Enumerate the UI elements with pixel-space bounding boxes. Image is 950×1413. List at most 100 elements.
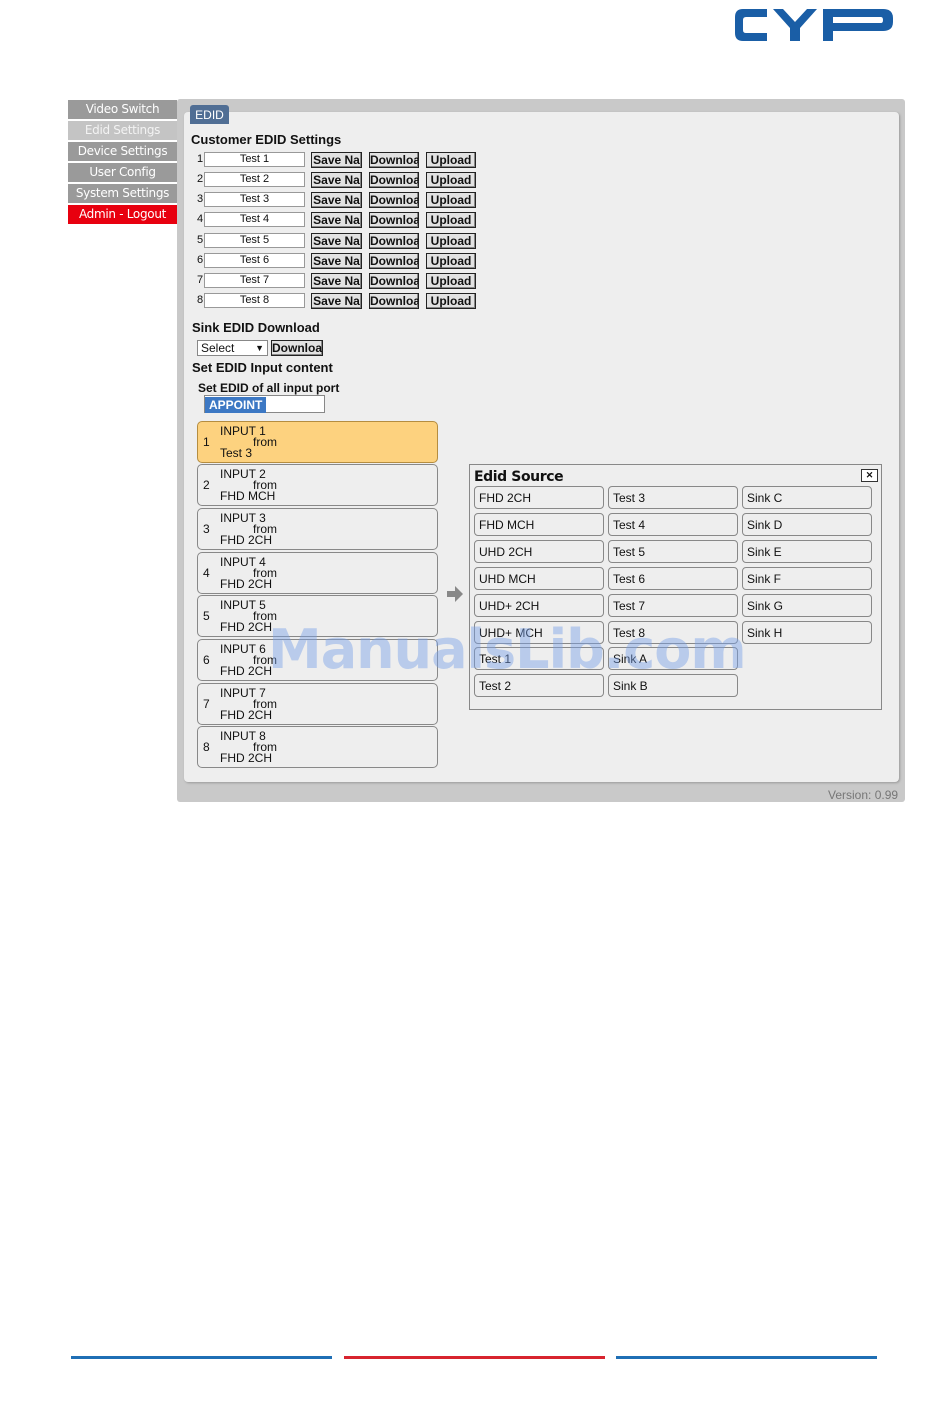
edid-source-option[interactable]: Sink H xyxy=(742,621,872,644)
upload-button[interactable]: Upload xyxy=(426,192,476,208)
edid-source-option[interactable]: UHD+ 2CH xyxy=(474,594,604,617)
edid-source-option[interactable]: Sink F xyxy=(742,567,872,590)
nav-system-settings[interactable]: System Settings xyxy=(68,184,177,203)
input-2-box[interactable]: 2 INPUT 2 from FHD MCH xyxy=(197,464,438,506)
set-all-label: Set EDID of all input port xyxy=(198,381,340,395)
download-button[interactable]: Downloa xyxy=(369,273,419,289)
nav-edid-settings[interactable]: Edid Settings xyxy=(68,121,177,140)
input-number: 2 xyxy=(203,478,210,492)
edid-source-option[interactable]: UHD 2CH xyxy=(474,540,604,563)
save-name-button[interactable]: Save Na xyxy=(311,192,362,208)
nav-admin-logout[interactable]: Admin - Logout xyxy=(68,205,177,224)
appoint-field[interactable]: APPOINT xyxy=(204,395,325,413)
save-name-button[interactable]: Save Na xyxy=(311,253,362,269)
input-source-value: FHD 2CH xyxy=(220,664,273,678)
edid-name-input[interactable]: Test 4 xyxy=(204,212,305,227)
input-3-box[interactable]: 3 INPUT 3 from FHD 2CH xyxy=(197,508,438,550)
row-number: 2 xyxy=(197,173,204,185)
footer-line-blue-2 xyxy=(616,1356,877,1359)
edid-name-input[interactable]: Test 1 xyxy=(204,152,305,167)
edid-source-option[interactable]: Sink G xyxy=(742,594,872,617)
row-number: 6 xyxy=(197,254,204,266)
edid-name-input[interactable]: Test 2 xyxy=(204,172,305,187)
row-number: 7 xyxy=(197,274,204,286)
sink-select[interactable]: Select ▼ xyxy=(197,340,268,356)
upload-button[interactable]: Upload xyxy=(426,273,476,289)
row-number: 1 xyxy=(197,153,204,165)
row-number: 5 xyxy=(197,234,204,246)
nav-device-settings[interactable]: Device Settings xyxy=(68,142,177,161)
save-name-button[interactable]: Save Na xyxy=(311,152,362,168)
input-source-value: FHD 2CH xyxy=(220,533,273,547)
set-edid-title: Set EDID Input content xyxy=(192,360,333,375)
save-name-button[interactable]: Save Na xyxy=(311,172,362,188)
edid-source-option[interactable]: FHD 2CH xyxy=(474,486,604,509)
input-number: 1 xyxy=(203,435,210,449)
upload-button[interactable]: Upload xyxy=(426,253,476,269)
input-number: 6 xyxy=(203,653,210,667)
input-source-value: FHD 2CH xyxy=(220,708,273,722)
tab-edid[interactable]: EDID xyxy=(190,105,229,124)
save-name-button[interactable]: Save Na xyxy=(311,233,362,249)
edid-source-option[interactable]: Test 5 xyxy=(608,540,738,563)
edid-source-option[interactable]: Sink D xyxy=(742,513,872,536)
edid-source-option[interactable]: Sink C xyxy=(742,486,872,509)
download-button[interactable]: Downloa xyxy=(369,293,419,309)
save-name-button[interactable]: Save Na xyxy=(311,273,362,289)
sink-edid-title: Sink EDID Download xyxy=(192,320,320,335)
row-number: 3 xyxy=(197,193,204,205)
upload-button[interactable]: Upload xyxy=(426,233,476,249)
nav-user-config[interactable]: User Config xyxy=(68,163,177,182)
edid-source-option[interactable]: Test 3 xyxy=(608,486,738,509)
input-8-box[interactable]: 8 INPUT 8 from FHD 2CH xyxy=(197,726,438,768)
edid-source-option[interactable]: Test 7 xyxy=(608,594,738,617)
footer-line-red xyxy=(344,1356,605,1359)
input-4-box[interactable]: 4 INPUT 4 from FHD 2CH xyxy=(197,552,438,594)
edid-name-input[interactable]: Test 3 xyxy=(204,192,305,207)
input-7-box[interactable]: 7 INPUT 7 from FHD 2CH xyxy=(197,683,438,725)
input-source-value: FHD 2CH xyxy=(220,577,273,591)
edid-source-title: Edid Source xyxy=(474,469,564,485)
edid-source-option[interactable]: Test 6 xyxy=(608,567,738,590)
download-button[interactable]: Downloa xyxy=(369,152,419,168)
row-number: 4 xyxy=(197,213,204,225)
save-name-button[interactable]: Save Na xyxy=(311,212,362,228)
input-number: 7 xyxy=(203,697,210,711)
input-1-box[interactable]: 1 INPUT 1 from Test 3 xyxy=(197,421,438,463)
edid-name-input[interactable]: Test 6 xyxy=(204,253,305,268)
input-source-value: FHD 2CH xyxy=(220,751,273,765)
row-number: 8 xyxy=(197,294,204,306)
edid-name-input[interactable]: Test 5 xyxy=(204,233,305,248)
edid-source-option[interactable]: FHD MCH xyxy=(474,513,604,536)
edid-source-option[interactable]: Test 4 xyxy=(608,513,738,536)
input-number: 5 xyxy=(203,609,210,623)
upload-button[interactable]: Upload xyxy=(426,172,476,188)
sink-select-value: Select xyxy=(201,341,235,355)
arrow-right-icon xyxy=(447,586,463,602)
edid-name-input[interactable]: Test 7 xyxy=(204,273,305,288)
download-button[interactable]: Downloa xyxy=(369,233,419,249)
input-number: 4 xyxy=(203,566,210,580)
edid-source-option[interactable]: UHD MCH xyxy=(474,567,604,590)
download-button[interactable]: Downloa xyxy=(369,172,419,188)
input-number: 3 xyxy=(203,522,210,536)
input-source-value: Test 3 xyxy=(220,446,253,460)
upload-button[interactable]: Upload xyxy=(426,152,476,168)
download-button[interactable]: Downloa xyxy=(369,253,419,269)
side-nav: Video Switch Edid Settings Device Settin… xyxy=(68,100,177,226)
close-icon[interactable]: ✕ xyxy=(861,469,878,482)
edid-name-input[interactable]: Test 8 xyxy=(204,293,305,308)
version-label: Version: 0.99 xyxy=(828,788,899,802)
sink-download-button[interactable]: Downloa xyxy=(271,340,323,356)
input-from-label: from xyxy=(253,435,277,449)
customer-edid-title: Customer EDID Settings xyxy=(191,132,342,147)
download-button[interactable]: Downloa xyxy=(369,192,419,208)
save-name-button[interactable]: Save Na xyxy=(311,293,362,309)
upload-button[interactable]: Upload xyxy=(426,212,476,228)
nav-video-switch[interactable]: Video Switch xyxy=(68,100,177,119)
input-source-value: FHD MCH xyxy=(220,489,276,503)
download-button[interactable]: Downloa xyxy=(369,212,419,228)
upload-button[interactable]: Upload xyxy=(426,293,476,309)
input-source-value: FHD 2CH xyxy=(220,620,273,634)
edid-source-option[interactable]: Sink E xyxy=(742,540,872,563)
